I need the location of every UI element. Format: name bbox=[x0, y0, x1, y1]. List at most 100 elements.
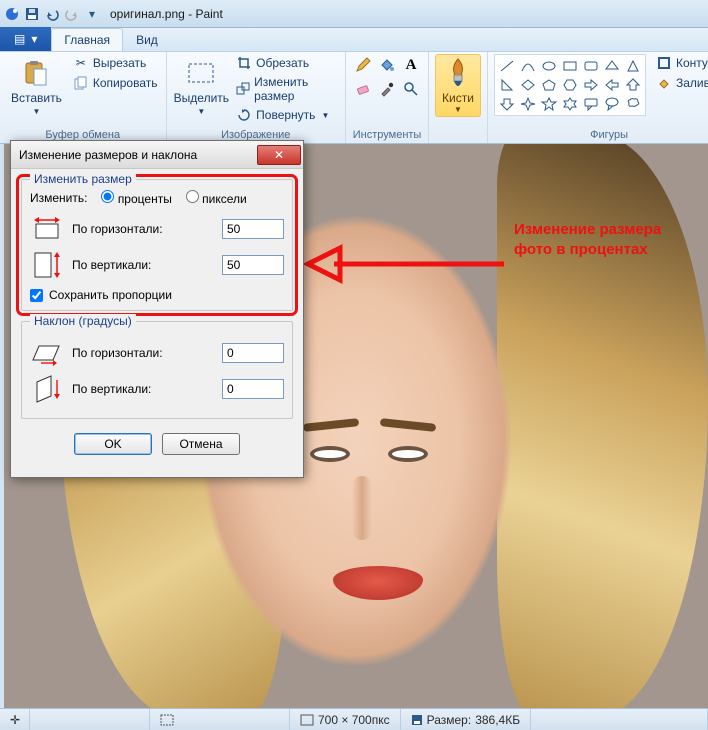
eraser-tool[interactable] bbox=[352, 78, 374, 100]
group-label-brushes bbox=[435, 127, 481, 143]
resize-skew-dialog: Изменение размеров и наклона ✕ Изменить … bbox=[10, 140, 304, 478]
rotate-button[interactable]: Повернуть▼ bbox=[234, 106, 339, 124]
tab-main[interactable]: Главная bbox=[51, 28, 123, 51]
fill-icon bbox=[656, 75, 672, 91]
cut-icon: ✂ bbox=[73, 55, 89, 71]
shape-arrow-d[interactable] bbox=[497, 95, 517, 113]
selection-icon bbox=[160, 714, 174, 726]
resize-horizontal-icon bbox=[30, 214, 64, 244]
shape-rect[interactable] bbox=[560, 57, 580, 75]
tab-view[interactable]: Вид bbox=[123, 28, 171, 51]
resize-icon bbox=[236, 81, 250, 97]
copy-button[interactable]: Копировать bbox=[71, 74, 160, 92]
cancel-button[interactable]: Отмена bbox=[162, 433, 240, 455]
group-image: Выделить ▼ Обрезать Изменить размер Пове… bbox=[167, 52, 347, 143]
resize-h-label: По горизонтали: bbox=[72, 222, 214, 236]
crop-icon bbox=[236, 55, 252, 71]
rotate-icon bbox=[236, 107, 252, 123]
shape-callout-rect[interactable] bbox=[581, 95, 601, 113]
skew-horizontal-icon bbox=[30, 338, 64, 368]
picker-tool[interactable] bbox=[376, 78, 398, 100]
redo-icon[interactable] bbox=[64, 6, 80, 22]
shape-star5[interactable] bbox=[539, 95, 559, 113]
dialog-title: Изменение размеров и наклона bbox=[19, 148, 197, 162]
shape-line[interactable] bbox=[497, 57, 517, 75]
resize-v-input[interactable] bbox=[222, 255, 284, 275]
radio-percent-input[interactable] bbox=[101, 190, 114, 203]
resize-legend: Изменить размер bbox=[30, 172, 136, 186]
resize-v-label: По вертикали: bbox=[72, 258, 214, 272]
shape-arrow-r[interactable] bbox=[581, 76, 601, 94]
shape-arrow-u[interactable] bbox=[623, 76, 643, 94]
outline-icon bbox=[656, 55, 672, 71]
paste-button[interactable]: Вставить ▼ bbox=[6, 54, 67, 119]
group-tools: A Инструменты bbox=[346, 52, 429, 143]
zoom-tool[interactable] bbox=[400, 78, 422, 100]
shape-hexagon[interactable] bbox=[560, 76, 580, 94]
shapes-gallery[interactable] bbox=[494, 54, 646, 116]
resize-fieldset: Изменить размер Изменить: проценты пиксе… bbox=[21, 179, 293, 311]
file-menu-icon: ▤ bbox=[14, 32, 25, 46]
annotation-arrow bbox=[304, 240, 514, 288]
group-clipboard: Вставить ▼ ✂Вырезать Копировать Буфер об… bbox=[0, 52, 167, 143]
shape-oval[interactable] bbox=[539, 57, 559, 75]
file-tab[interactable]: ▤▾ bbox=[0, 27, 51, 51]
select-button[interactable]: Выделить ▼ bbox=[173, 54, 231, 119]
shape-triangle[interactable] bbox=[623, 57, 643, 75]
status-pos bbox=[30, 709, 150, 730]
crop-button[interactable]: Обрезать bbox=[234, 54, 339, 72]
save-icon[interactable] bbox=[24, 6, 40, 22]
radio-percent[interactable]: проценты bbox=[101, 190, 171, 206]
pencil-tool[interactable] bbox=[352, 54, 374, 76]
paste-icon bbox=[20, 57, 52, 89]
app-icon bbox=[4, 6, 20, 22]
skew-h-input[interactable] bbox=[222, 343, 284, 363]
shape-callout-oval[interactable] bbox=[602, 95, 622, 113]
aspect-checkbox[interactable] bbox=[30, 289, 43, 302]
ok-button[interactable]: OK bbox=[74, 433, 152, 455]
close-button[interactable]: ✕ bbox=[257, 145, 301, 165]
outline-button[interactable]: Контур bbox=[654, 54, 708, 72]
qat-dropdown-icon[interactable]: ▾ bbox=[84, 6, 100, 22]
fill-tool[interactable] bbox=[376, 54, 398, 76]
shape-curve[interactable] bbox=[518, 57, 538, 75]
cut-button[interactable]: ✂Вырезать bbox=[71, 54, 160, 72]
cursor-icon: ✛ bbox=[10, 713, 20, 727]
shape-arrow-l[interactable] bbox=[602, 76, 622, 94]
shape-pentagon[interactable] bbox=[539, 76, 559, 94]
group-brushes: Кисти ▼ bbox=[429, 52, 488, 143]
brushes-button[interactable]: Кисти ▼ bbox=[435, 54, 481, 117]
shape-rtriangle[interactable] bbox=[497, 76, 517, 94]
skew-vertical-icon bbox=[30, 374, 64, 404]
shape-diamond[interactable] bbox=[518, 76, 538, 94]
skew-v-input[interactable] bbox=[222, 379, 284, 399]
annotation-text: Изменение размера фото в процентах bbox=[514, 220, 684, 259]
resize-h-input[interactable] bbox=[222, 219, 284, 239]
ribbon: Вставить ▼ ✂Вырезать Копировать Буфер об… bbox=[0, 52, 708, 144]
paste-label: Вставить bbox=[11, 91, 62, 105]
dialog-title-bar[interactable]: Изменение размеров и наклона ✕ bbox=[11, 141, 303, 169]
resize-by-label: Изменить: bbox=[30, 191, 87, 205]
chevron-down-icon: ▼ bbox=[32, 107, 40, 116]
resize-vertical-icon bbox=[30, 250, 64, 280]
dimensions-icon bbox=[300, 714, 314, 726]
group-label-shapes: Фигуры bbox=[494, 127, 708, 143]
radio-pixels-input[interactable] bbox=[186, 190, 199, 203]
fill-button[interactable]: Заливка bbox=[654, 74, 708, 92]
radio-pixels[interactable]: пиксели bbox=[186, 190, 247, 206]
select-icon bbox=[185, 57, 217, 89]
shape-callout-cloud[interactable] bbox=[623, 95, 643, 113]
close-icon: ✕ bbox=[274, 148, 284, 162]
shape-polygon[interactable] bbox=[602, 57, 622, 75]
resize-button[interactable]: Изменить размер bbox=[234, 74, 339, 104]
text-tool[interactable]: A bbox=[400, 54, 422, 76]
skew-v-label: По вертикали: bbox=[72, 382, 214, 396]
shape-roundrect[interactable] bbox=[581, 57, 601, 75]
status-dimensions: 700 × 700пкс bbox=[290, 709, 401, 730]
shape-star4[interactable] bbox=[518, 95, 538, 113]
copy-icon bbox=[73, 75, 89, 91]
group-shapes: Контур Заливка Фигуры bbox=[488, 52, 708, 143]
chevron-down-icon: ▼ bbox=[454, 105, 462, 114]
shape-star6[interactable] bbox=[560, 95, 580, 113]
undo-icon[interactable] bbox=[44, 6, 60, 22]
